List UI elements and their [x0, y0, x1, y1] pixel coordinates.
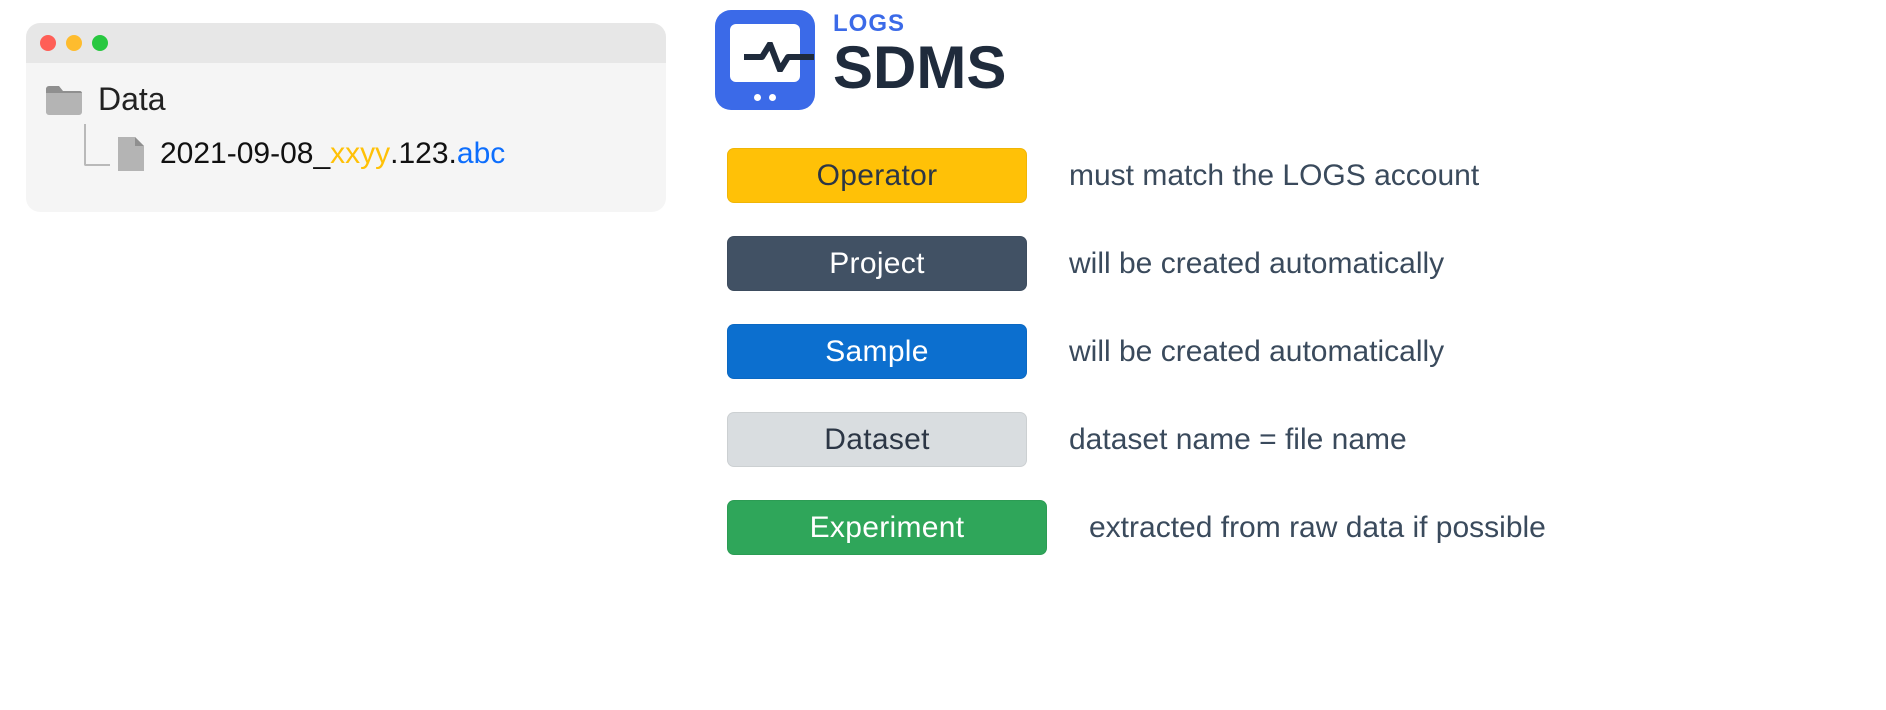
file-icon: [116, 135, 146, 173]
window-zoom-icon[interactable]: [92, 35, 108, 51]
logo-main-text: SDMS: [833, 38, 1006, 98]
window-titlebar: [26, 23, 666, 63]
desc-operator: must match the LOGS account: [1069, 159, 1479, 193]
file-name-seg-ext: abc: [457, 137, 505, 170]
file-row: 2021-09-08_xxyy.123.abc: [116, 135, 505, 173]
desc-dataset: dataset name = file name: [1069, 423, 1407, 457]
window-close-icon[interactable]: [40, 35, 56, 51]
pill-sample: Sample: [727, 324, 1027, 379]
folder-name: Data: [98, 81, 166, 118]
desc-experiment: extracted from raw data if possible: [1089, 511, 1546, 545]
window-body: Data 2021-09-08_xxyy.123.abc: [26, 63, 666, 212]
file-name-seg-date: 2021-09-08_: [160, 137, 330, 170]
row-dataset: Dataset dataset name = file name: [727, 412, 1546, 467]
row-experiment: Experiment extracted from raw data if pos…: [727, 500, 1546, 555]
pill-project: Project: [727, 236, 1027, 291]
row-sample: Sample will be created automatically: [727, 324, 1546, 379]
row-operator: Operator must match the LOGS account: [727, 148, 1546, 203]
row-project: Project will be created automatically: [727, 236, 1546, 291]
file-name-seg-mid: .123.: [390, 137, 457, 170]
desc-project: will be created automatically: [1069, 247, 1444, 281]
file-name: 2021-09-08_xxyy.123.abc: [160, 137, 505, 171]
file-browser-window: Data 2021-09-08_xxyy.123.abc: [26, 23, 666, 212]
folder-row: Data: [44, 81, 648, 118]
tree-connector: [84, 124, 110, 166]
pill-rows: Operator must match the LOGS account Proje…: [727, 148, 1546, 555]
window-minimize-icon[interactable]: [66, 35, 82, 51]
pill-operator: Operator: [727, 148, 1027, 203]
desc-sample: will be created automatically: [1069, 335, 1444, 369]
logo-block: LOGS SDMS: [715, 10, 1006, 110]
pill-dataset: Dataset: [727, 412, 1027, 467]
folder-icon: [44, 84, 84, 116]
pill-experiment: Experiment: [727, 500, 1047, 555]
file-name-seg-xxyy: xxyy: [330, 137, 390, 170]
logo-square-icon: [715, 10, 815, 110]
